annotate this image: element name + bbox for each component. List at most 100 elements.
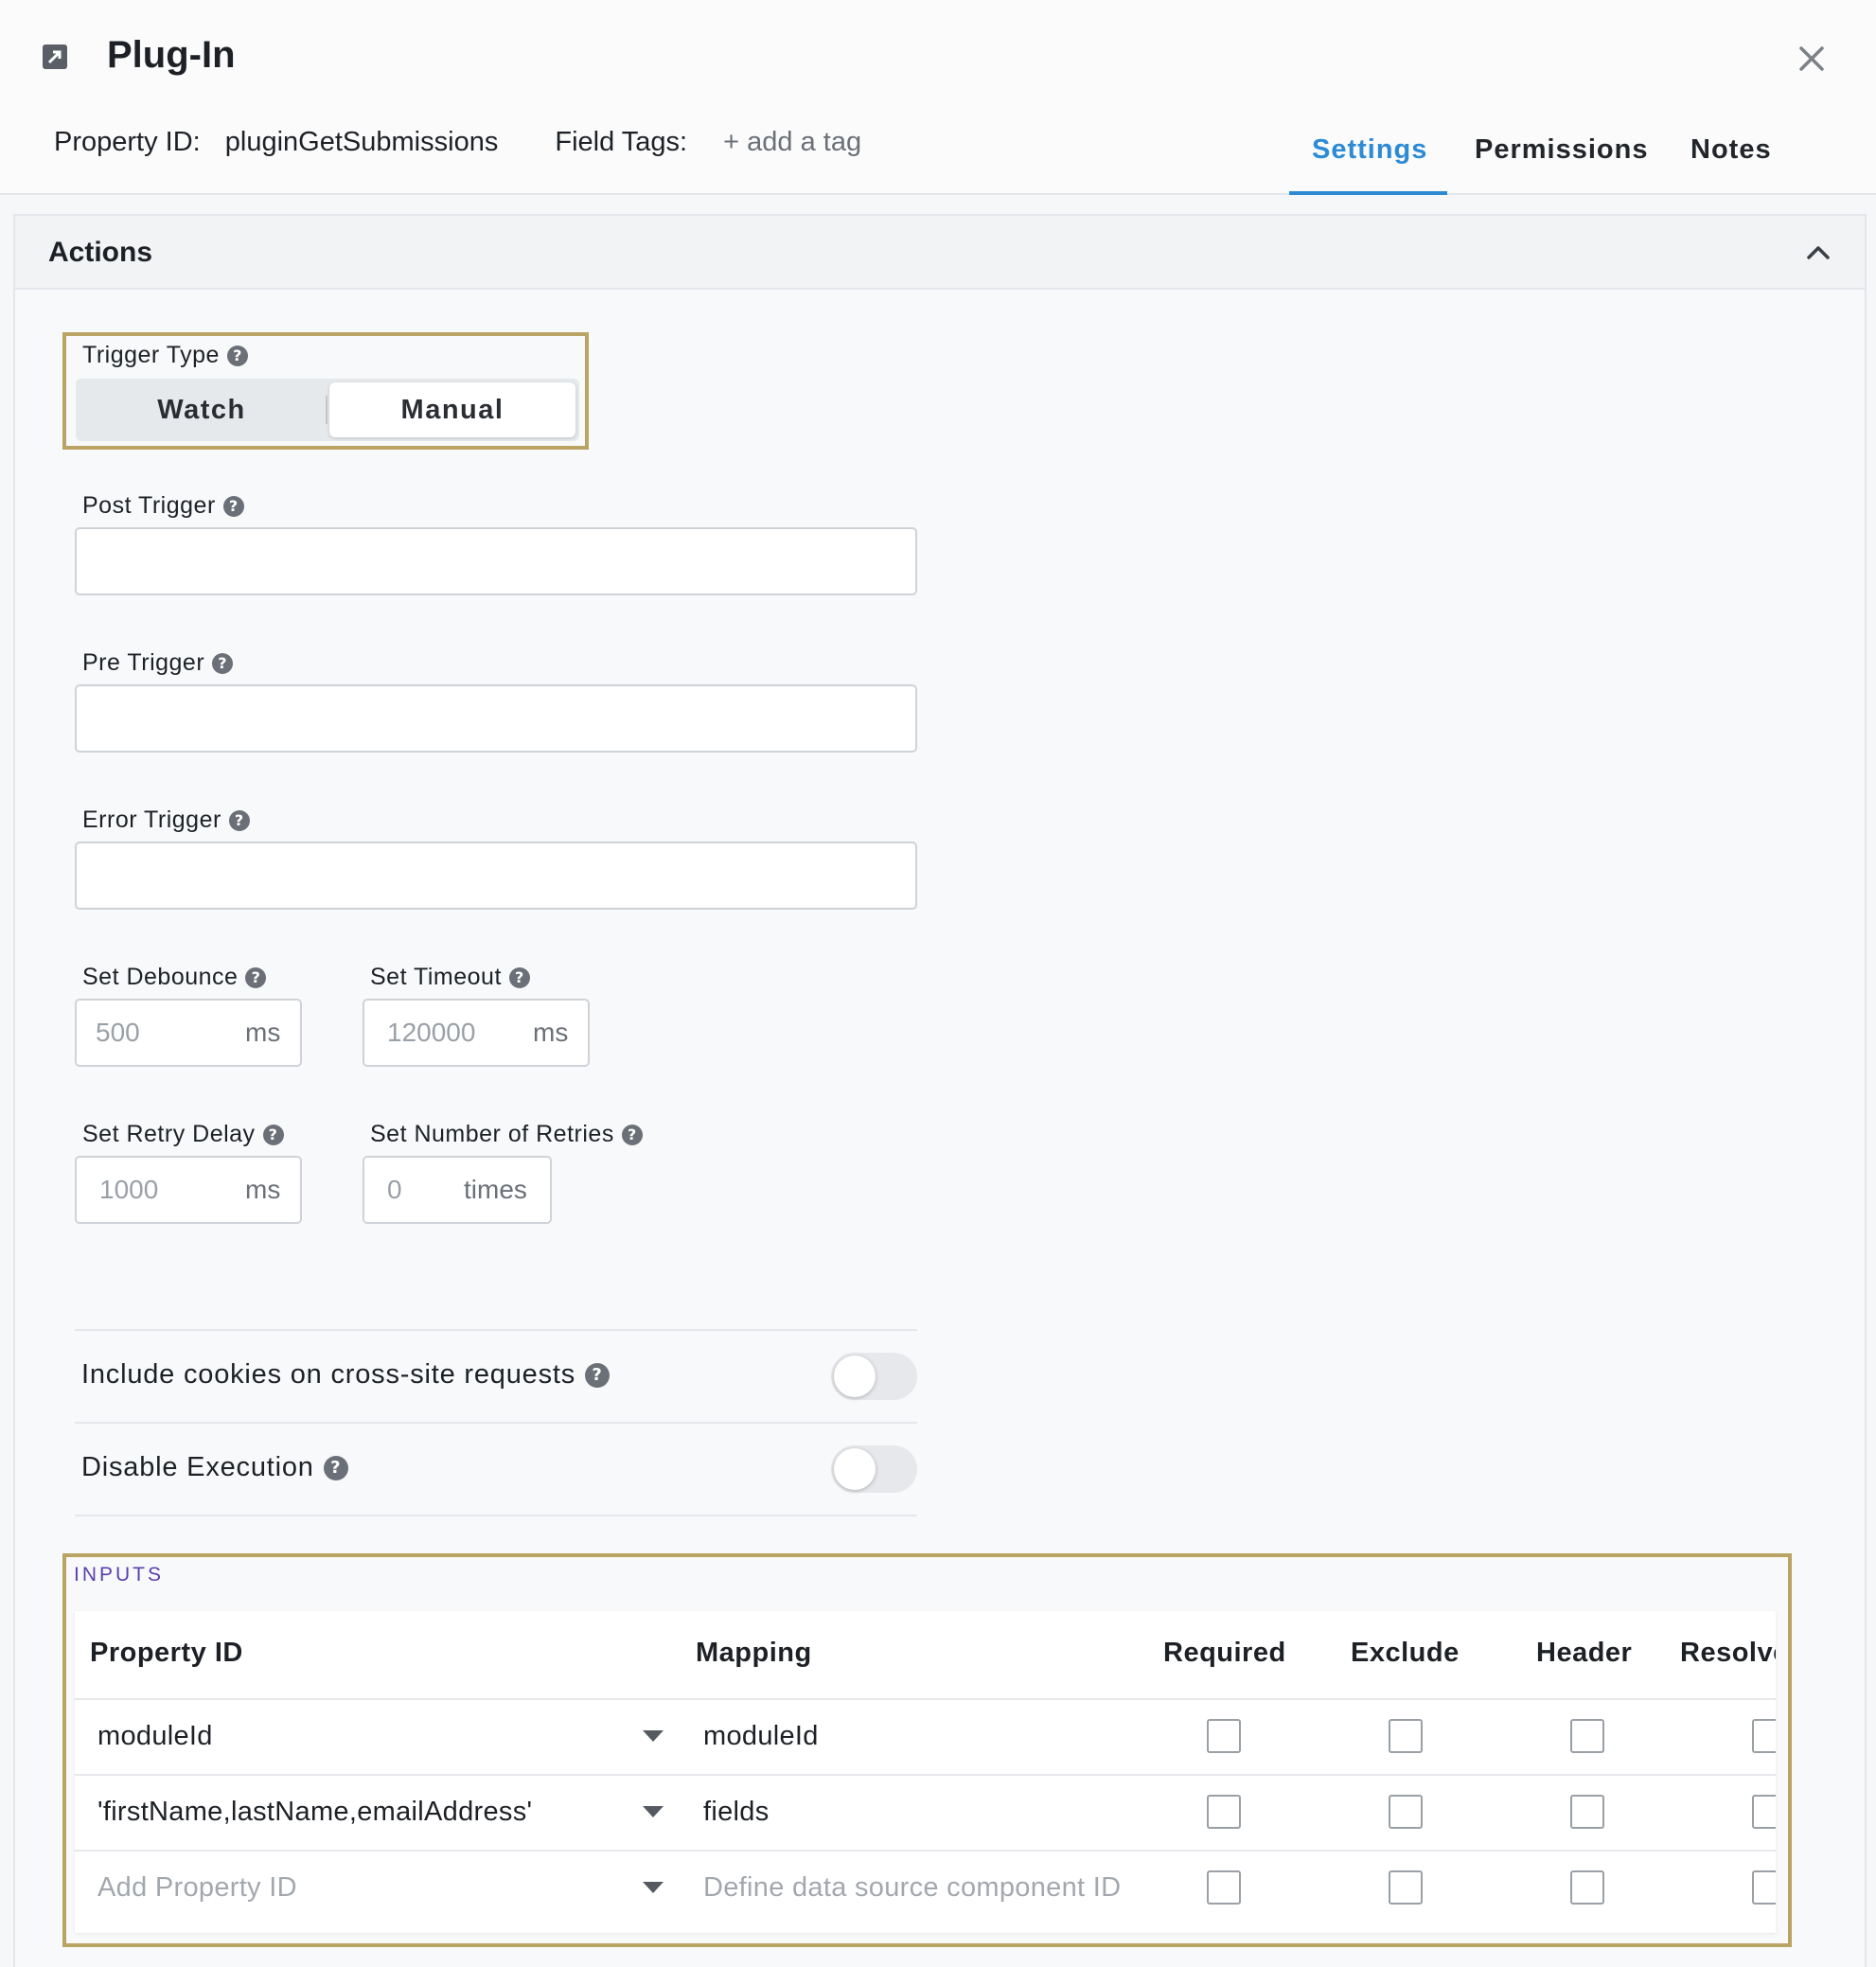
help-icon[interactable]: ? — [222, 495, 244, 517]
toggle-knob — [834, 1356, 876, 1397]
required-checkbox[interactable] — [1207, 1795, 1241, 1829]
help-icon[interactable]: ? — [323, 1455, 348, 1480]
error-trigger-text: Error Trigger — [82, 806, 221, 833]
timeout-text: Set Timeout — [370, 964, 502, 990]
retry-delay-input[interactable] — [99, 1158, 232, 1222]
debounce-text: Set Debounce — [82, 964, 239, 990]
timeout-label: Set Timeout? — [370, 964, 530, 991]
retry-delay-field: ms — [75, 1156, 302, 1224]
help-icon[interactable]: ? — [621, 1124, 643, 1145]
resolve-checkbox[interactable] — [1752, 1719, 1776, 1753]
pre-trigger-input[interactable] — [75, 684, 917, 753]
header-checkbox[interactable] — [1570, 1795, 1604, 1829]
close-icon[interactable] — [1796, 44, 1827, 74]
table-row: 'firstName,lastName,emailAddress' fields — [75, 1774, 1776, 1850]
timeout-unit: ms — [533, 1018, 569, 1047]
debounce-label: Set Debounce? — [82, 964, 267, 991]
resolve-checkbox[interactable] — [1752, 1795, 1776, 1829]
column-header-required: Required — [1163, 1638, 1286, 1668]
actions-title: Actions — [48, 237, 153, 268]
exclude-checkbox[interactable] — [1389, 1719, 1423, 1753]
page-title: Plug-In — [107, 34, 236, 76]
timeout-field: ms — [363, 999, 590, 1067]
divider — [75, 1422, 917, 1424]
help-icon[interactable]: ? — [508, 966, 530, 988]
trigger-type-text: Trigger Type — [82, 342, 220, 368]
retry-delay-label: Set Retry Delay? — [82, 1121, 284, 1148]
retries-label: Set Number of Retries? — [370, 1121, 643, 1148]
column-header-resolve: Resolve — [1680, 1638, 1776, 1668]
include-cookies-text: Include cookies on cross-site requests — [81, 1359, 576, 1390]
active-tab-indicator — [1289, 191, 1447, 195]
actions-panel-header[interactable]: Actions — [15, 216, 1865, 290]
error-trigger-label: Error Trigger? — [82, 806, 250, 834]
divider — [75, 1515, 917, 1516]
tab-permissions[interactable]: Permissions — [1475, 134, 1648, 166]
resolve-checkbox[interactable] — [1752, 1870, 1776, 1905]
retries-input[interactable] — [387, 1158, 453, 1222]
inputs-table: Property ID Mapping Required Exclude Hea… — [75, 1611, 1776, 1933]
error-trigger-input[interactable] — [75, 842, 917, 910]
tab-settings[interactable]: Settings — [1312, 134, 1427, 166]
caret-down-icon[interactable] — [643, 1806, 664, 1817]
mapping-cell[interactable]: fields — [703, 1797, 770, 1828]
pre-trigger-label: Pre Trigger? — [82, 649, 234, 677]
segment-separator — [326, 396, 327, 424]
property-id-cell[interactable]: moduleId — [97, 1721, 213, 1752]
table-row-new: Add Property ID Define data source compo… — [75, 1850, 1776, 1925]
property-id-label: Property ID: — [54, 127, 201, 157]
property-info-row: Property ID: pluginGetSubmissions Field … — [54, 127, 861, 158]
trigger-watch-option[interactable]: Watch — [80, 382, 324, 437]
caret-down-icon[interactable] — [643, 1882, 664, 1893]
add-tag-link[interactable]: + add a tag — [723, 127, 861, 157]
divider — [75, 1329, 917, 1331]
mapping-input[interactable]: Define data source component ID — [703, 1872, 1121, 1904]
trigger-type-label: Trigger Type? — [82, 342, 248, 369]
required-checkbox[interactable] — [1207, 1719, 1241, 1753]
pre-trigger-text: Pre Trigger — [82, 649, 205, 676]
caret-down-icon[interactable] — [643, 1730, 664, 1742]
exclude-checkbox[interactable] — [1389, 1795, 1423, 1829]
disable-execution-label: Disable Execution? — [81, 1452, 348, 1483]
column-header-exclude: Exclude — [1351, 1638, 1460, 1668]
post-trigger-input[interactable] — [75, 527, 917, 595]
toggle-knob — [834, 1448, 876, 1490]
retry-delay-unit: ms — [245, 1175, 281, 1204]
include-cookies-toggle[interactable] — [831, 1353, 917, 1400]
help-icon[interactable]: ? — [262, 1124, 284, 1145]
retry-delay-text: Set Retry Delay — [82, 1121, 256, 1147]
help-icon[interactable]: ? — [228, 809, 250, 831]
help-icon[interactable]: ? — [212, 652, 234, 674]
exclude-checkbox[interactable] — [1389, 1870, 1423, 1905]
post-trigger-text: Post Trigger — [82, 492, 216, 519]
column-header-mapping: Mapping — [696, 1638, 812, 1668]
disable-execution-toggle[interactable] — [831, 1445, 917, 1493]
header-checkbox[interactable] — [1570, 1719, 1604, 1753]
retries-text: Set Number of Retries — [370, 1121, 614, 1147]
help-icon[interactable]: ? — [585, 1362, 611, 1388]
add-property-id-input[interactable]: Add Property ID — [97, 1872, 297, 1904]
modal-header: Plug-In Property ID: pluginGetSubmission… — [0, 0, 1876, 195]
required-checkbox[interactable] — [1207, 1870, 1241, 1905]
header-checkbox[interactable] — [1570, 1870, 1604, 1905]
debounce-field: ms — [75, 999, 302, 1067]
column-header-property-id: Property ID — [90, 1638, 243, 1668]
mapping-cell[interactable]: moduleId — [703, 1721, 819, 1752]
column-header-header: Header — [1536, 1638, 1633, 1668]
property-id-value: pluginGetSubmissions — [224, 127, 499, 157]
include-cookies-label: Include cookies on cross-site requests? — [81, 1359, 611, 1391]
retries-field: times — [363, 1156, 552, 1224]
field-tags-label: Field Tags: — [555, 127, 688, 157]
tab-notes[interactable]: Notes — [1690, 134, 1772, 166]
trigger-manual-option[interactable]: Manual — [329, 382, 575, 437]
table-row: moduleId moduleId — [75, 1698, 1776, 1774]
debounce-input[interactable] — [96, 1001, 228, 1065]
retries-unit: times — [464, 1175, 527, 1204]
help-icon[interactable]: ? — [226, 345, 248, 366]
trigger-type-toggle: Watch Manual — [76, 379, 579, 441]
inputs-section-title: INPUTS — [74, 1564, 165, 1586]
timeout-input[interactable] — [387, 1001, 529, 1065]
chevron-up-icon[interactable] — [1804, 239, 1832, 267]
help-icon[interactable]: ? — [245, 966, 267, 988]
property-id-cell[interactable]: 'firstName,lastName,emailAddress' — [97, 1797, 532, 1828]
